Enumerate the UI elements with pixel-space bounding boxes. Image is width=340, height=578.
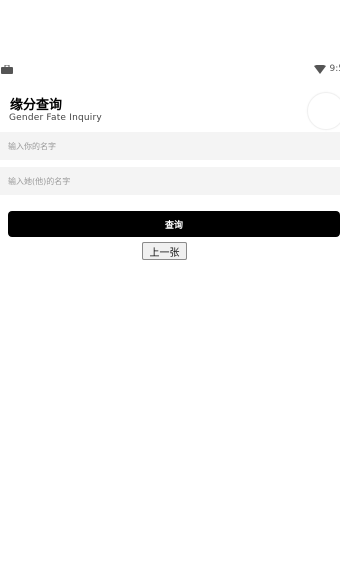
- page-title: 缘分查询: [10, 98, 63, 113]
- partner-name-input[interactable]: [0, 167, 340, 195]
- name-input[interactable]: [0, 132, 340, 160]
- status-time: 9:5: [329, 64, 340, 74]
- query-button[interactable]: 查询: [8, 211, 340, 237]
- status-bar: 9:5: [0, 62, 340, 78]
- briefcase-icon: [1, 65, 13, 74]
- wifi-icon: [313, 64, 326, 74]
- avatar[interactable]: [307, 92, 340, 130]
- page-subtitle: Gender Fate Inquiry: [9, 113, 102, 123]
- status-right: 9:5: [313, 64, 340, 74]
- header: 缘分查询 Gender Fate Inquiry: [8, 92, 340, 132]
- previous-button[interactable]: 上一张: [142, 242, 187, 260]
